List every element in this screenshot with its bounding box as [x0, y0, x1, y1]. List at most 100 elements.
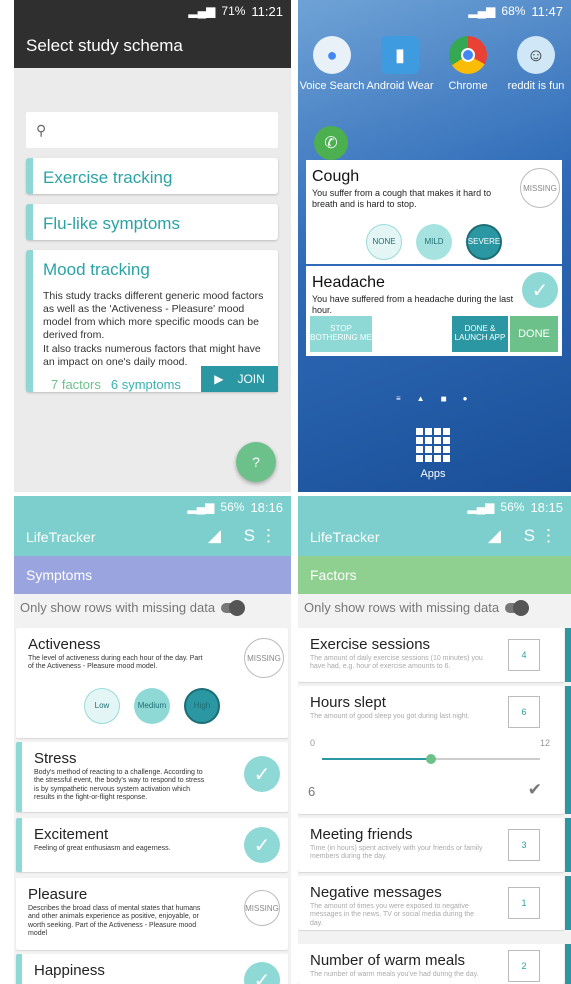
value-box[interactable]: 3: [508, 829, 540, 861]
battery-level: 71%: [221, 4, 246, 18]
row-description: Describes the broad class of mental stat…: [28, 905, 201, 938]
missing-data-toggle[interactable]: Only show rows with missing data: [20, 599, 246, 616]
apps-button[interactable]: Apps: [416, 428, 450, 480]
battery-level: 56%: [220, 500, 245, 514]
app-label: reddit is fun: [507, 80, 565, 92]
toggle-switch[interactable]: [221, 599, 246, 616]
option-high[interactable]: High: [184, 687, 220, 724]
symptom-description: You have suffered from a headache during…: [312, 294, 514, 315]
signal-icon: ▂▄▆: [187, 500, 215, 514]
row-excitement: Excitement Feeling of great enthusiasm a…: [16, 818, 288, 872]
stop-bothering-button[interactable]: STOP BOTHERING ME: [310, 316, 372, 352]
apps-grid-icon: [416, 428, 450, 462]
value-box[interactable]: 4: [508, 639, 540, 671]
option-low[interactable]: Low: [84, 687, 120, 724]
row-stripe: [565, 628, 571, 682]
check-icon: ✓: [244, 827, 280, 863]
chrome-icon: [449, 36, 487, 74]
slider-fill: [322, 758, 431, 760]
value-box[interactable]: 6: [508, 696, 540, 728]
row-stripe: [565, 944, 571, 984]
row-pleasure: Pleasure Describes the broad class of me…: [16, 878, 288, 950]
cough-widget: Cough You suffer from a cough that makes…: [306, 160, 562, 264]
play-icon: ▶: [214, 372, 224, 386]
app-reddit[interactable]: ☺ reddit is fun: [502, 36, 570, 92]
current-value: 6: [308, 784, 316, 799]
card-exercise-tracking[interactable]: Exercise tracking: [26, 158, 278, 194]
signal-icon: ▂▄▆: [467, 500, 495, 514]
watch-icon: ▮: [381, 36, 419, 74]
signal-icon: ▂▄▆: [188, 4, 216, 18]
study-schema-screen: ▂▄▆ 71% 11:21 Select study schema ⚲ Exer…: [14, 0, 291, 492]
toggle-switch[interactable]: [505, 599, 530, 616]
row-description: The number of warm meals you've had duri…: [310, 971, 479, 978]
option-severe[interactable]: SEVERE: [466, 223, 502, 260]
missing-indicator: MISSING: [244, 890, 280, 926]
overflow-menu-icon[interactable]: ⋮: [540, 526, 557, 546]
home-screen-widget: ▂▄▆ 68% 11:47 ● Voice Search ▮ Android W…: [298, 0, 571, 492]
option-medium[interactable]: Medium: [134, 687, 170, 724]
factors-count: 7 factors: [51, 376, 101, 392]
app-bar: LifeTracker ◢ S ⋮: [14, 518, 291, 556]
section-header: Symptoms: [14, 556, 291, 594]
row-activeness: Activeness The level of activeness durin…: [16, 628, 288, 738]
slider-max: 12: [539, 738, 550, 748]
card-flu-symptoms[interactable]: Flu-like symptoms: [26, 204, 278, 240]
value-box[interactable]: 2: [508, 950, 540, 982]
done-launch-button[interactable]: DONE & LAUNCH APP: [452, 316, 508, 352]
section-header: Factors: [298, 556, 571, 594]
app-label: Voice Search: [299, 80, 365, 92]
clock: 11:47: [531, 3, 563, 19]
page-indicator: ≡ ▲ ■ ●: [396, 394, 468, 405]
headache-widget: Headache You have suffered from a headac…: [306, 266, 562, 356]
toggle-label: Only show rows with missing data: [20, 600, 216, 615]
row-description: The level of activeness during each hour…: [28, 655, 203, 671]
factors-screen: ▂▄▆ 56% 18:15 LifeTracker ◢ S ⋮ Factors …: [298, 496, 571, 984]
check-icon: ✓: [244, 756, 280, 792]
slider-thumb[interactable]: [426, 754, 436, 764]
app-title: LifeTracker: [310, 529, 380, 545]
card-mood-tracking[interactable]: Mood tracking This study tracks differen…: [26, 250, 278, 392]
slider-track[interactable]: [322, 754, 540, 764]
row-meeting-friends: Meeting friends Time (in hours) spent ac…: [298, 818, 564, 872]
done-button[interactable]: DONE: [510, 316, 558, 352]
join-button[interactable]: ▶ JOIN: [201, 366, 278, 392]
help-icon: ?: [252, 454, 260, 470]
clock: 18:15: [530, 499, 563, 515]
option-mild[interactable]: MILD: [416, 223, 452, 260]
row-warm-meals: Number of warm meals The number of warm …: [298, 944, 564, 984]
row-stress: Stress Body's method of reacting to a ch…: [16, 742, 288, 812]
value-box[interactable]: 1: [508, 887, 540, 919]
app-chrome[interactable]: Chrome: [434, 36, 502, 92]
whatsapp-icon[interactable]: ✆: [314, 126, 348, 160]
apps-label: Apps: [420, 468, 446, 480]
row-negative-messages: Negative messages The amount of times yo…: [298, 876, 564, 930]
slider-min: 0: [310, 738, 316, 748]
missing-indicator: MISSING: [244, 638, 284, 678]
clock: 11:21: [251, 3, 283, 19]
s-icon[interactable]: S: [244, 526, 255, 546]
check-icon: ✓: [522, 272, 558, 308]
app-voice-search[interactable]: ● Voice Search: [298, 36, 366, 92]
toggle-label: Only show rows with missing data: [304, 600, 500, 615]
chart-icon[interactable]: ◢: [488, 526, 501, 546]
card-description: This study tracks different generic mood…: [43, 290, 264, 368]
missing-data-toggle[interactable]: Only show rows with missing data: [304, 599, 530, 616]
search-input[interactable]: ⚲: [26, 112, 278, 148]
mic-icon: ●: [313, 36, 351, 74]
row-description: The amount of daily exercise sessions (1…: [310, 655, 483, 671]
row-stripe: [565, 818, 571, 872]
overflow-menu-icon[interactable]: ⋮: [260, 526, 277, 546]
app-android-wear[interactable]: ▮ Android Wear: [366, 36, 434, 92]
status-bar: ▂▄▆ 56% 18:16: [14, 496, 291, 518]
clock: 18:16: [250, 499, 283, 515]
card-title: Exercise tracking: [43, 168, 173, 187]
chart-icon[interactable]: ◢: [208, 526, 221, 546]
help-button[interactable]: ?: [236, 442, 276, 482]
checkmark-icon[interactable]: ✔: [528, 780, 542, 800]
row-description: The amount of times you were exposed to …: [310, 903, 475, 927]
s-icon[interactable]: S: [524, 526, 535, 546]
missing-indicator: MISSING: [520, 168, 560, 208]
option-none[interactable]: NONE: [366, 223, 402, 260]
row-exercise-sessions: Exercise sessions The amount of daily ex…: [298, 628, 564, 682]
